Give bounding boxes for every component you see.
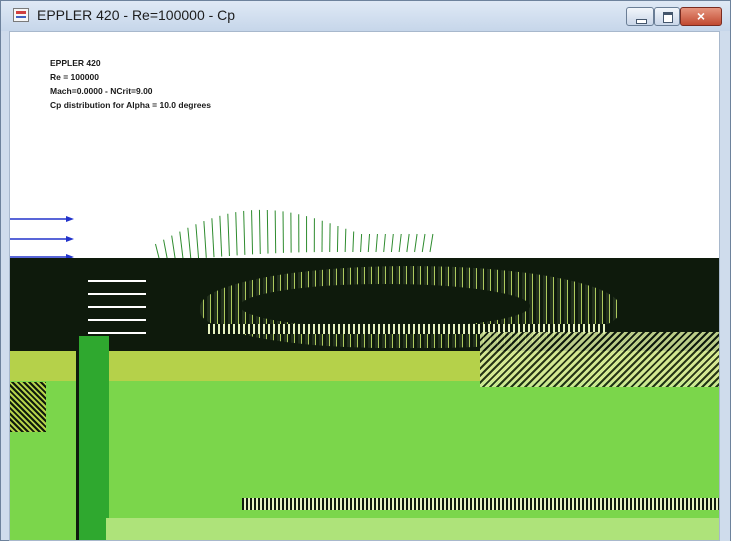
cp-vector bbox=[179, 231, 184, 260]
maximize-icon bbox=[663, 12, 673, 23]
close-button[interactable]: × bbox=[680, 7, 722, 26]
cp-vector bbox=[352, 231, 355, 253]
cp-vector bbox=[390, 233, 394, 253]
cp-vector bbox=[258, 209, 261, 254]
window-title: EPPLER 420 - Re=100000 - Cp bbox=[37, 7, 236, 23]
cp-vector bbox=[429, 233, 434, 253]
cp-vector bbox=[243, 210, 246, 255]
cp-vector bbox=[421, 233, 426, 253]
render-artifact-lime-fill bbox=[10, 381, 719, 540]
title-bar[interactable]: EPPLER 420 - Re=100000 - Cp × bbox=[1, 1, 730, 31]
minimize-icon bbox=[636, 19, 647, 24]
cp-vector bbox=[227, 213, 230, 256]
cp-vector bbox=[219, 215, 223, 257]
plot-area[interactable]: EPPLER 420 Re = 100000 Mach=0.0000 - NCr… bbox=[9, 31, 720, 541]
maximize-button[interactable] bbox=[654, 7, 680, 26]
cp-vector-field bbox=[154, 209, 434, 263]
cp-vector bbox=[211, 218, 215, 258]
render-artifact-bottom-stripe bbox=[242, 498, 719, 510]
freestream-arrow bbox=[10, 216, 74, 222]
cp-vector bbox=[203, 221, 207, 258]
cp-vector bbox=[344, 228, 347, 253]
freestream-arrows bbox=[10, 216, 74, 260]
airfoil-body-artifact bbox=[240, 284, 530, 328]
render-artifact-dither-left bbox=[10, 382, 46, 432]
render-artifact-green-column bbox=[76, 336, 109, 540]
window-right-border bbox=[720, 31, 730, 541]
cp-vector bbox=[383, 233, 386, 253]
cp-vector bbox=[336, 225, 339, 253]
cp-vector bbox=[414, 233, 418, 253]
cp-vector bbox=[274, 210, 277, 254]
cp-vector bbox=[375, 233, 378, 253]
cp-vector bbox=[367, 233, 371, 253]
legend-block-artifact bbox=[88, 272, 146, 334]
cp-vector bbox=[171, 235, 176, 261]
freestream-arrow bbox=[10, 236, 74, 242]
render-artifact-light-strip bbox=[106, 518, 719, 540]
render-artifact-dither-right bbox=[480, 332, 719, 387]
app-icon[interactable] bbox=[13, 8, 29, 22]
cp-vector bbox=[398, 233, 402, 253]
cp-vector bbox=[235, 212, 238, 256]
cp-vector bbox=[266, 209, 269, 254]
cp-vector bbox=[195, 224, 200, 259]
cp-vector bbox=[251, 210, 254, 255]
cp-vector bbox=[406, 233, 410, 253]
minimize-button[interactable] bbox=[626, 7, 654, 26]
cp-vector bbox=[360, 233, 363, 253]
cp-vector bbox=[187, 227, 192, 260]
close-icon: × bbox=[696, 8, 706, 24]
